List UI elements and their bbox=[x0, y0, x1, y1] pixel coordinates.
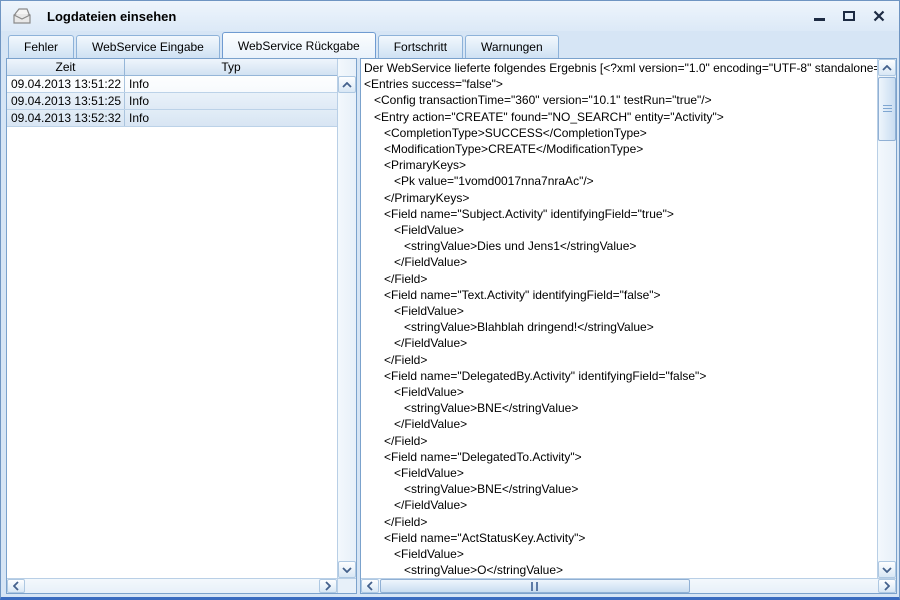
xml-line: <ModificationType>CREATE</ModificationTy… bbox=[364, 141, 877, 157]
scroll-left-button[interactable] bbox=[361, 579, 379, 593]
xml-line: <stringValue>O</stringValue> bbox=[364, 562, 877, 578]
right-vertical-scrollbar[interactable] bbox=[877, 59, 896, 578]
tab-fortschritt[interactable]: Fortschritt bbox=[378, 35, 463, 58]
xml-line: <Field name="Text.Activity" identifyingF… bbox=[364, 287, 877, 303]
minimize-icon bbox=[814, 18, 825, 21]
xml-line: <Entry action="CREATE" found="NO_SEARCH"… bbox=[364, 109, 877, 125]
scroll-thumb[interactable] bbox=[380, 579, 690, 593]
xml-line: Der WebService lieferte folgendes Ergebn… bbox=[364, 60, 877, 76]
maximize-button[interactable] bbox=[841, 8, 857, 24]
left-vertical-scrollbar[interactable] bbox=[337, 59, 356, 578]
scroll-track[interactable] bbox=[690, 579, 878, 593]
xml-line: <Field name="DelegatedBy.Activity" ident… bbox=[364, 368, 877, 384]
cell-typ: Info bbox=[125, 93, 337, 109]
xml-line: <Field name="Subject.Activity" identifyi… bbox=[364, 206, 877, 222]
xml-line: <Entries success="false"> bbox=[364, 76, 877, 92]
left-horizontal-scrollbar[interactable] bbox=[7, 578, 337, 593]
log-entries-panel: Zeit Typ 09.04.2013 13:51:22 Info 09.04.… bbox=[6, 58, 357, 594]
scrollbar-corner bbox=[337, 578, 356, 593]
chevron-left-icon bbox=[13, 581, 19, 591]
maximize-icon bbox=[843, 11, 855, 21]
xml-line: </FieldValue> bbox=[364, 416, 877, 432]
log-table-header: Zeit Typ bbox=[7, 59, 337, 76]
tab-webservice-eingabe[interactable]: WebService Eingabe bbox=[76, 35, 220, 58]
cell-typ: Info bbox=[125, 110, 337, 126]
chevron-up-icon bbox=[342, 82, 352, 88]
grip-icon bbox=[531, 582, 539, 591]
table-row[interactable]: 09.04.2013 13:52:32 Info bbox=[7, 110, 337, 127]
xml-line: </Field> bbox=[364, 271, 877, 287]
xml-line: </Field> bbox=[364, 352, 877, 368]
scroll-down-button[interactable] bbox=[338, 561, 356, 578]
table-row[interactable]: 09.04.2013 13:51:25 Info bbox=[7, 93, 337, 110]
xml-line: <FieldValue> bbox=[364, 546, 877, 562]
xml-line: <stringValue>Blahblah dringend!</stringV… bbox=[364, 319, 877, 335]
scroll-track[interactable] bbox=[25, 579, 319, 593]
chevron-up-icon bbox=[882, 65, 892, 71]
xml-line: </Field> bbox=[364, 514, 877, 530]
open-envelope-icon bbox=[11, 7, 33, 25]
right-horizontal-scrollbar[interactable] bbox=[361, 578, 896, 593]
log-viewer-window: Logdateien einsehen Fehler WebService Ei… bbox=[0, 0, 900, 600]
xml-line: <FieldValue> bbox=[364, 384, 877, 400]
chevron-left-icon bbox=[367, 581, 373, 591]
cell-zeit: 09.04.2013 13:52:32 bbox=[7, 110, 125, 126]
xml-line: <PrimaryKeys> bbox=[364, 157, 877, 173]
xml-line: </FieldValue> bbox=[364, 497, 877, 513]
xml-line: </PrimaryKeys> bbox=[364, 190, 877, 206]
column-header-typ[interactable]: Typ bbox=[125, 59, 337, 75]
window-controls bbox=[811, 8, 887, 24]
log-table: Zeit Typ 09.04.2013 13:51:22 Info 09.04.… bbox=[7, 59, 337, 578]
xml-line: <FieldValue> bbox=[364, 303, 877, 319]
chevron-down-icon bbox=[882, 567, 892, 573]
scroll-up-button[interactable] bbox=[878, 59, 896, 76]
cell-zeit: 09.04.2013 13:51:22 bbox=[7, 76, 125, 92]
xml-line: <Field name="DelegatedTo.Activity"> bbox=[364, 449, 877, 465]
scroll-thumb[interactable] bbox=[878, 77, 896, 141]
chevron-right-icon bbox=[325, 581, 331, 591]
xml-line: <stringValue>BNE</stringValue> bbox=[364, 481, 877, 497]
grip-icon bbox=[883, 105, 892, 113]
scroll-track[interactable] bbox=[338, 93, 356, 561]
chevron-right-icon bbox=[884, 581, 890, 591]
tab-webservice-rueckgabe[interactable]: WebService Rückgabe bbox=[222, 32, 376, 58]
xml-line: <Config transactionTime="360" version="1… bbox=[364, 92, 877, 108]
close-icon bbox=[873, 10, 885, 22]
scroll-right-button[interactable] bbox=[319, 579, 337, 593]
table-row[interactable]: 09.04.2013 13:51:22 Info bbox=[7, 76, 337, 93]
xml-line: <stringValue>BNE</stringValue> bbox=[364, 400, 877, 416]
scroll-down-button[interactable] bbox=[878, 561, 896, 578]
window-title: Logdateien einsehen bbox=[47, 9, 176, 24]
chevron-down-icon bbox=[342, 567, 352, 573]
tab-fehler[interactable]: Fehler bbox=[8, 35, 74, 58]
xml-line: </Field> bbox=[364, 433, 877, 449]
scroll-left-button[interactable] bbox=[7, 579, 25, 593]
webservice-result-text[interactable]: Der WebService lieferte folgendes Ergebn… bbox=[361, 59, 877, 578]
title-bar[interactable]: Logdateien einsehen bbox=[1, 1, 899, 31]
tab-warnungen[interactable]: Warnungen bbox=[465, 35, 559, 58]
xml-line: <Field name="ActStatusKey.Activity"> bbox=[364, 530, 877, 546]
xml-line: </FieldValue> bbox=[364, 335, 877, 351]
scroll-up-button[interactable] bbox=[338, 76, 356, 93]
webservice-result-panel: Der WebService lieferte folgendes Ergebn… bbox=[360, 58, 897, 594]
cell-zeit: 09.04.2013 13:51:25 bbox=[7, 93, 125, 109]
tab-bar: Fehler WebService Eingabe WebService Rüc… bbox=[1, 31, 899, 58]
close-button[interactable] bbox=[871, 8, 887, 24]
column-header-zeit[interactable]: Zeit bbox=[7, 59, 125, 75]
minimize-button[interactable] bbox=[811, 8, 827, 24]
cell-typ: Info bbox=[125, 76, 337, 92]
scroll-right-button[interactable] bbox=[878, 579, 896, 593]
xml-line: <Pk value="1vomd0017nna7nraAc"/> bbox=[364, 173, 877, 189]
xml-line: <CompletionType>SUCCESS</CompletionType> bbox=[364, 125, 877, 141]
scroll-track[interactable] bbox=[878, 141, 896, 578]
xml-line: <FieldValue> bbox=[364, 465, 877, 481]
xml-line: <stringValue>Dies und Jens1</stringValue… bbox=[364, 238, 877, 254]
xml-line: <FieldValue> bbox=[364, 222, 877, 238]
xml-line: </FieldValue> bbox=[364, 254, 877, 270]
